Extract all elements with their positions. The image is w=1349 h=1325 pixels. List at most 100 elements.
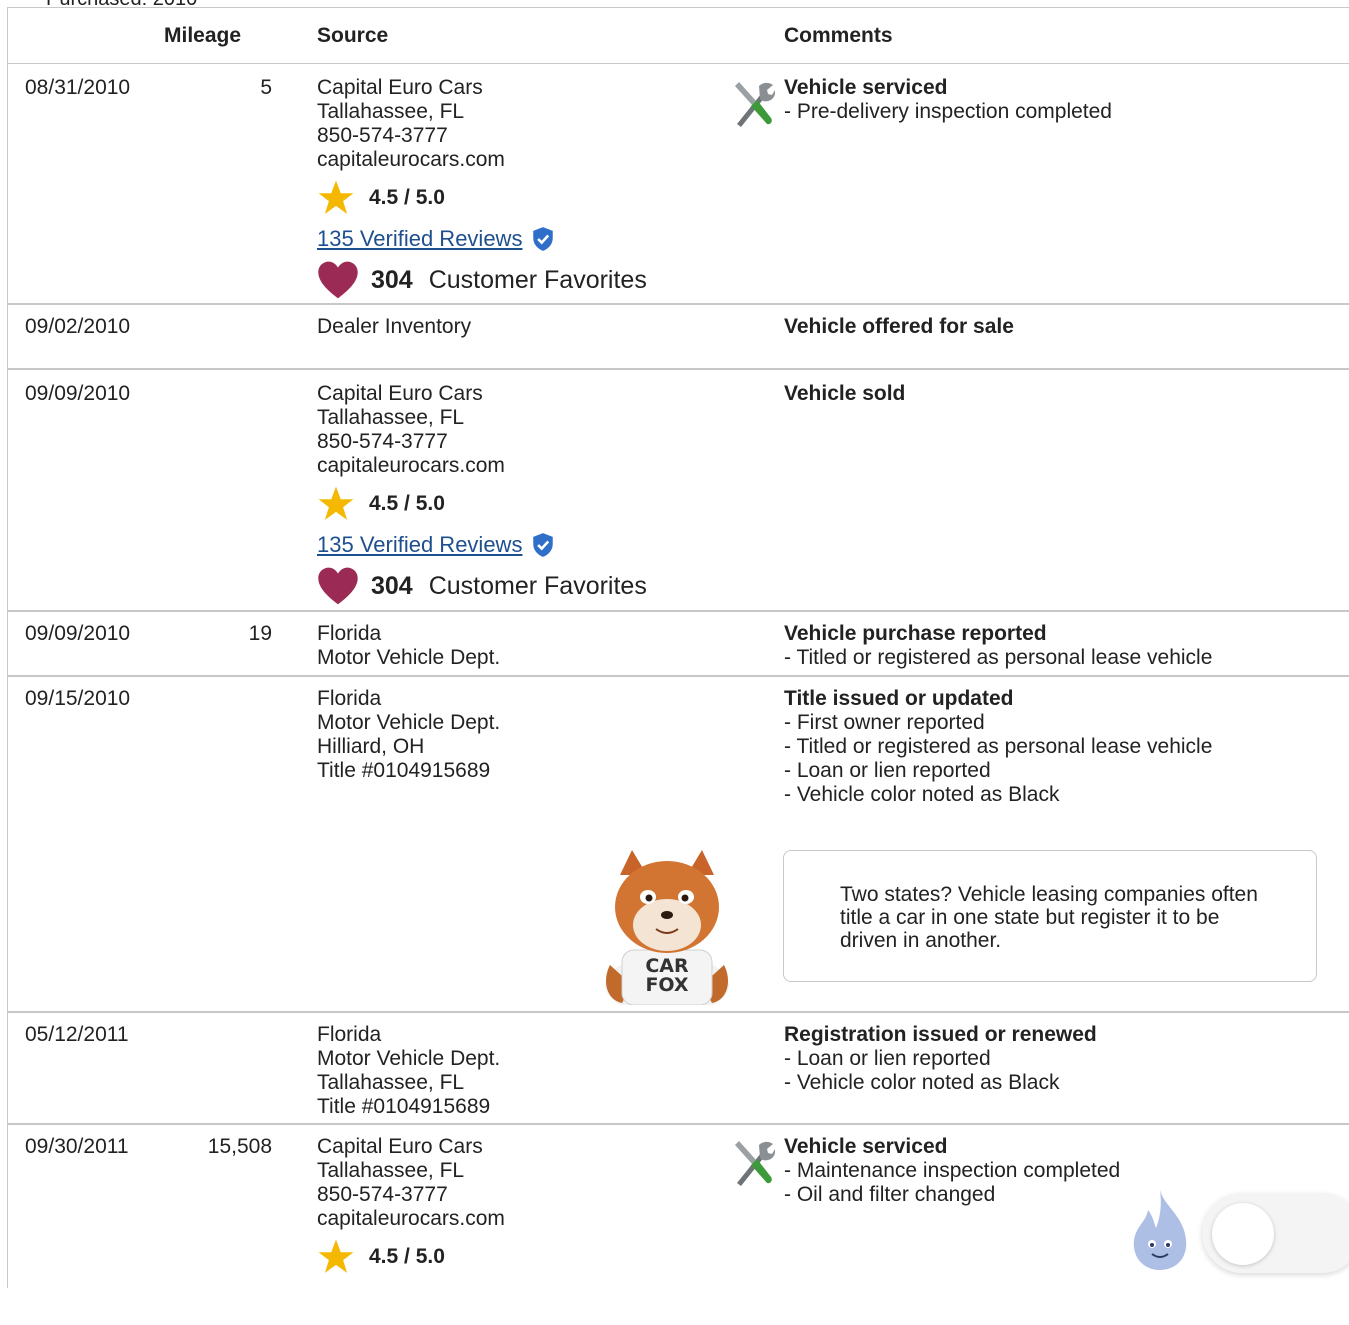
- source-line: Tallahassee, FL: [317, 406, 465, 429]
- row-date: 09/09/2010: [25, 622, 131, 645]
- verified-reviews-link[interactable]: 135 Verified Reviews: [317, 227, 522, 251]
- table-row: 09/02/2010 Dealer Inventory Vehicle offe…: [8, 305, 1349, 370]
- row-date: 05/12/2011: [25, 1023, 129, 1046]
- row-mileage: 15,508: [207, 1135, 272, 1158]
- row-source: Capital Euro Cars Tallahassee, FL 850-57…: [317, 382, 647, 606]
- row-source: Capital Euro Cars Tallahassee, FL 850-57…: [317, 76, 647, 300]
- reviews-row: 135 Verified Reviews: [317, 226, 647, 252]
- row-comments: Registration issued or renewed - Loan or…: [784, 1023, 1097, 1095]
- history-table: Mileage Source Comments 08/31/2010 5 Cap…: [7, 7, 1349, 1288]
- row-comments: Title issued or updated - First owner re…: [784, 687, 1212, 807]
- source-line: Capital Euro Cars: [317, 382, 483, 405]
- header-source: Source: [317, 24, 389, 47]
- star-icon: [318, 180, 354, 214]
- comment-title: Vehicle offered for sale: [784, 315, 1014, 338]
- header-mileage: Mileage: [164, 24, 242, 47]
- comment-line: - Loan or lien reported: [784, 1047, 991, 1070]
- row-mileage: 19: [248, 622, 272, 645]
- source-line: Florida: [317, 687, 382, 710]
- service-wrench-icon: [735, 82, 775, 127]
- table-row: 08/31/2010 5 Capital Euro Cars Tallahass…: [8, 64, 1349, 305]
- source-line: Capital Euro Cars: [317, 76, 483, 99]
- comment-title: Registration issued or renewed: [784, 1023, 1097, 1046]
- comment-line: - Pre-delivery inspection completed: [784, 100, 1112, 123]
- star-icon: [318, 1239, 354, 1273]
- customer-favorites: 304 Customer Favorites: [317, 260, 647, 300]
- tip-box: Two states? Vehicle leasing companies of…: [783, 850, 1317, 982]
- source-line: Tallahassee, FL: [317, 1159, 465, 1182]
- row-date: 09/30/2011: [25, 1135, 129, 1158]
- verified-reviews-link[interactable]: 135 Verified Reviews: [317, 533, 522, 557]
- source-line: capitaleurocars.com: [317, 454, 505, 477]
- tip-text: Two states? Vehicle leasing companies of…: [840, 883, 1258, 952]
- row-source: Capital Euro Cars Tallahassee, FL 850-57…: [317, 1135, 505, 1273]
- comment-title: Vehicle serviced: [784, 1135, 948, 1158]
- comment-line: - Loan or lien reported: [784, 759, 991, 782]
- comment-line: - First owner reported: [784, 711, 985, 734]
- row-source: Florida Motor Vehicle Dept.: [317, 622, 500, 670]
- source-line: 850-574-3777: [317, 1183, 448, 1206]
- comment-title: Title issued or updated: [784, 687, 1014, 710]
- source-line: Title #0104915689: [317, 1095, 491, 1118]
- heart-icon: [318, 567, 358, 605]
- favorites-label: Customer Favorites: [428, 572, 647, 600]
- source-line: Motor Vehicle Dept.: [317, 1047, 501, 1070]
- row-comments: Vehicle serviced - Maintenance inspectio…: [784, 1135, 1120, 1207]
- comment-line: - Maintenance inspection completed: [784, 1159, 1121, 1182]
- row-mileage: 5: [260, 76, 272, 99]
- source-line: Florida: [317, 622, 382, 645]
- source-line: Hilliard, OH: [317, 735, 425, 758]
- source-line: Capital Euro Cars: [317, 1135, 483, 1158]
- table-row: 09/09/2010 Capital Euro Cars Tallahassee…: [8, 370, 1349, 612]
- source-line: 850-574-3777: [317, 124, 448, 147]
- row-comments: Vehicle sold: [784, 382, 905, 406]
- row-comments: Vehicle serviced - Pre-delivery inspecti…: [784, 76, 1112, 124]
- row-comments: Vehicle offered for sale: [784, 315, 1014, 339]
- comment-title: Vehicle purchase reported: [784, 622, 1047, 645]
- widget-toggle[interactable]: [1202, 1193, 1349, 1273]
- source-line: capitaleurocars.com: [317, 1207, 505, 1230]
- comment-title: Vehicle serviced: [784, 76, 948, 99]
- comment-title: Vehicle sold: [784, 382, 906, 405]
- star-icon: [318, 486, 354, 520]
- toggle-knob[interactable]: [1212, 1203, 1274, 1265]
- table-header: Mileage Source Comments: [8, 8, 1349, 64]
- verified-shield-icon: [533, 533, 554, 557]
- comment-line: - Titled or registered as personal lease…: [784, 646, 1213, 669]
- comment-line: - Vehicle color noted as Black: [784, 1071, 1060, 1094]
- comment-line: - Titled or registered as personal lease…: [784, 735, 1213, 758]
- favorites-count: 304: [371, 266, 413, 294]
- source-line: Motor Vehicle Dept.: [317, 646, 501, 669]
- comment-line: - Vehicle color noted as Black: [784, 783, 1060, 806]
- favorites-label: Customer Favorites: [428, 266, 647, 294]
- row-date: 09/02/2010: [25, 315, 131, 338]
- row-date: 09/15/2010: [25, 687, 131, 710]
- dealer-rating: 4.5 / 5.0: [317, 486, 647, 520]
- row-date: 09/09/2010: [25, 382, 131, 405]
- row-source: Dealer Inventory: [317, 315, 471, 339]
- source-line: Dealer Inventory: [317, 315, 472, 338]
- row-comments: Vehicle purchase reported - Titled or re…: [784, 622, 1212, 670]
- favorites-count: 304: [371, 572, 413, 600]
- source-line: Motor Vehicle Dept.: [317, 711, 501, 734]
- table-row: 05/12/2011 Florida Motor Vehicle Dept. T…: [8, 1013, 1349, 1125]
- dealer-rating: 4.5 / 5.0: [317, 1239, 505, 1273]
- row-source: Florida Motor Vehicle Dept. Tallahassee,…: [317, 1023, 500, 1119]
- verified-shield-icon: [533, 227, 554, 251]
- source-line: Title #0104915689: [317, 759, 491, 782]
- reviews-row: 135 Verified Reviews: [317, 532, 647, 558]
- flame-icon[interactable]: [1128, 1188, 1192, 1272]
- carfox-mascot-icon: CAR FOX: [605, 850, 729, 1005]
- rating-value: 4.5 / 5.0: [369, 186, 445, 209]
- table-row: 09/09/2010 19 Florida Motor Vehicle Dept…: [8, 612, 1349, 677]
- rating-value: 4.5 / 5.0: [369, 492, 445, 515]
- header-comments: Comments: [784, 24, 893, 47]
- row-date: 08/31/2010: [25, 76, 131, 99]
- dealer-rating: 4.5 / 5.0: [317, 180, 647, 214]
- source-line: 850-574-3777: [317, 430, 448, 453]
- rating-value: 4.5 / 5.0: [369, 1245, 445, 1268]
- source-line: Tallahassee, FL: [317, 1071, 465, 1094]
- service-wrench-icon: [735, 1141, 775, 1186]
- row-source: Florida Motor Vehicle Dept. Hilliard, OH…: [317, 687, 500, 783]
- source-line: Tallahassee, FL: [317, 100, 465, 123]
